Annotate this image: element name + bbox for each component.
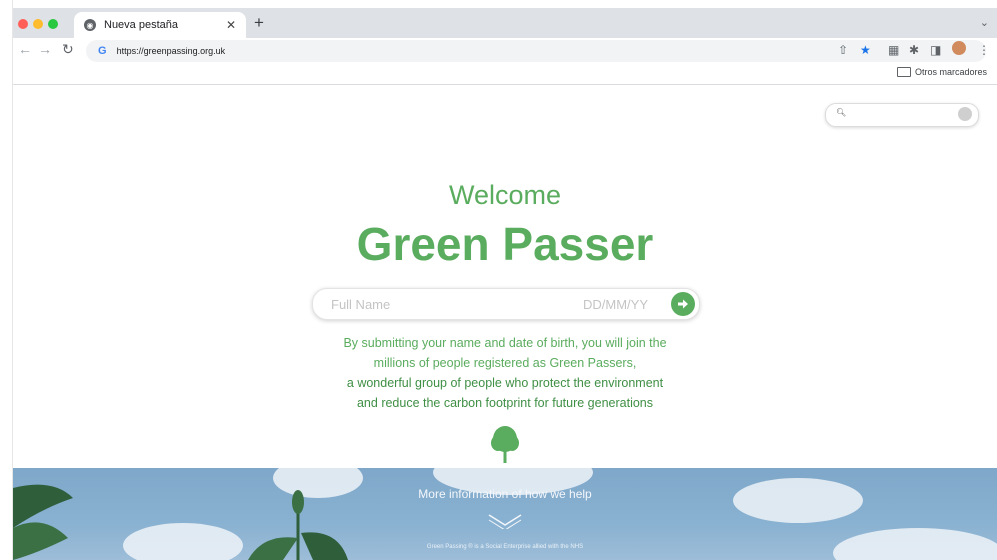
back-arrow-icon[interactable]: ←: [18, 41, 32, 57]
intro-line-4: and reduce the carbon footprint for futu…: [356, 396, 654, 410]
footer-banner: More information of how we help Green Pa…: [13, 468, 997, 560]
bookmarks-bar: Otros marcadores: [12, 64, 997, 85]
intro-line-2: millions of people registered as Green P…: [373, 356, 637, 370]
search-icon: 🔍︎: [836, 108, 847, 117]
site-search[interactable]: 🔍︎: [825, 103, 979, 127]
arrow-right-icon: [678, 299, 688, 309]
star-icon[interactable]: ★: [860, 43, 871, 57]
bookmarks-folder-label: Otros marcadores: [914, 67, 987, 77]
registration-form: [312, 288, 700, 320]
reload-icon[interactable]: ↻: [62, 41, 74, 58]
intro-line-1: By submitting your name and date of birt…: [343, 336, 667, 350]
search-button[interactable]: [958, 107, 972, 121]
tab-active[interactable]: ◉ Nueva pestaña ✕: [74, 12, 246, 38]
chrome-icon: ◉: [84, 19, 96, 31]
page-viewport: 🔍︎ Welcome Green Passer By submitting yo…: [13, 85, 997, 560]
url-text: https://greenpassing.org.uk: [116, 46, 226, 56]
tree-icon: [491, 426, 519, 463]
brand-title: Green Passer: [356, 218, 654, 270]
extensions-icon[interactable]: ✱: [909, 43, 919, 57]
bookmarks-folder[interactable]: Otros marcadores: [896, 67, 987, 77]
close-window-button[interactable]: [18, 19, 28, 29]
browser-toolbar: ← → ↻ G https://greenpassing.org.uk ⇧ ★ …: [12, 38, 997, 64]
chevron-down-icon[interactable]: ⌄: [980, 16, 989, 29]
full-name-input[interactable]: [329, 296, 533, 313]
welcome-heading: Welcome: [448, 180, 562, 210]
more-info-link[interactable]: More information of how we help: [13, 487, 997, 501]
forward-arrow-icon[interactable]: →: [38, 41, 52, 57]
sidebar-icon[interactable]: ◨: [930, 43, 941, 57]
folder-icon: [896, 67, 911, 77]
tab-title: Nueva pestaña: [104, 19, 178, 31]
minimize-window-button[interactable]: [33, 19, 43, 29]
close-icon[interactable]: ✕: [224, 18, 238, 32]
footer-note: Green Passing ® is a Social Enterprise a…: [426, 544, 584, 550]
submit-button[interactable]: [671, 292, 695, 316]
tab-strip: ◉ Nueva pestaña ✕ + ⌄: [12, 8, 997, 38]
intro-copy: By submitting your name and date of birt…: [13, 333, 997, 413]
dob-input[interactable]: [581, 296, 669, 313]
chevron-down-icon[interactable]: [487, 513, 523, 529]
maximize-window-button[interactable]: [48, 19, 58, 29]
google-icon: G: [98, 45, 107, 57]
cloud: [123, 523, 243, 560]
window-left-edge: [0, 0, 13, 560]
kebab-menu-icon[interactable]: ⋮: [978, 43, 990, 57]
profile-avatar[interactable]: [952, 41, 966, 55]
intro-line-3: a wonderful group of people who protect …: [346, 376, 664, 390]
plus-icon[interactable]: +: [254, 13, 264, 33]
share-icon[interactable]: ⇧: [838, 43, 848, 57]
qr-icon[interactable]: ▦: [888, 43, 899, 57]
address-bar[interactable]: G https://greenpassing.org.uk: [86, 40, 986, 62]
